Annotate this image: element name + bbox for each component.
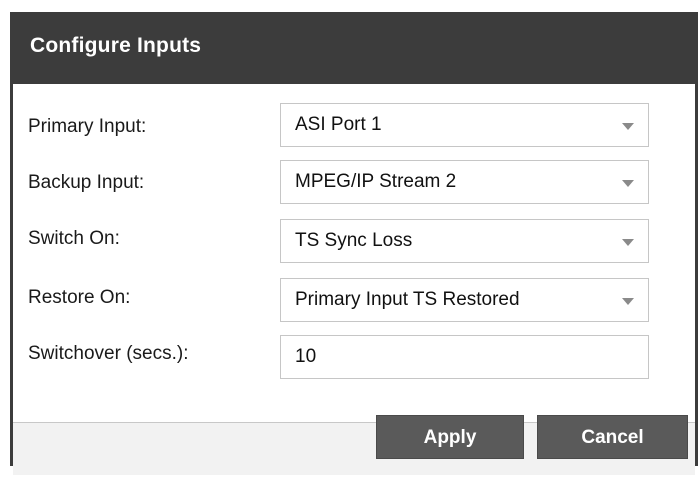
switchover-value: 10 [295,346,317,367]
restore-on-select[interactable]: Primary Input TS Restored [280,278,649,322]
switch-on-value: TS Sync Loss [295,230,413,251]
backup-input-value: MPEG/IP Stream 2 [295,171,457,192]
cancel-button[interactable]: Cancel [537,415,688,459]
dialog-titlebar[interactable]: Configure Inputs [10,12,698,84]
restore-on-value: Primary Input TS Restored [295,289,520,310]
chevron-down-icon [622,180,634,187]
apply-button[interactable]: Apply [376,415,524,459]
primary-input-select[interactable]: ASI Port 1 [280,103,649,147]
primary-input-label: Primary Input: [28,116,147,137]
dialog-title: Configure Inputs [30,34,202,57]
backup-input-select[interactable]: MPEG/IP Stream 2 [280,160,649,204]
chevron-down-icon [622,239,634,246]
restore-on-label: Restore On: [28,287,131,308]
switch-on-label: Switch On: [28,228,120,249]
switchover-label: Switchover (secs.): [28,343,189,364]
chevron-down-icon [622,298,634,305]
switchover-input[interactable]: 10 [280,335,649,379]
chevron-down-icon [622,123,634,130]
switch-on-select[interactable]: TS Sync Loss [280,219,649,263]
primary-input-value: ASI Port 1 [295,114,382,135]
backup-input-label: Backup Input: [28,172,145,193]
